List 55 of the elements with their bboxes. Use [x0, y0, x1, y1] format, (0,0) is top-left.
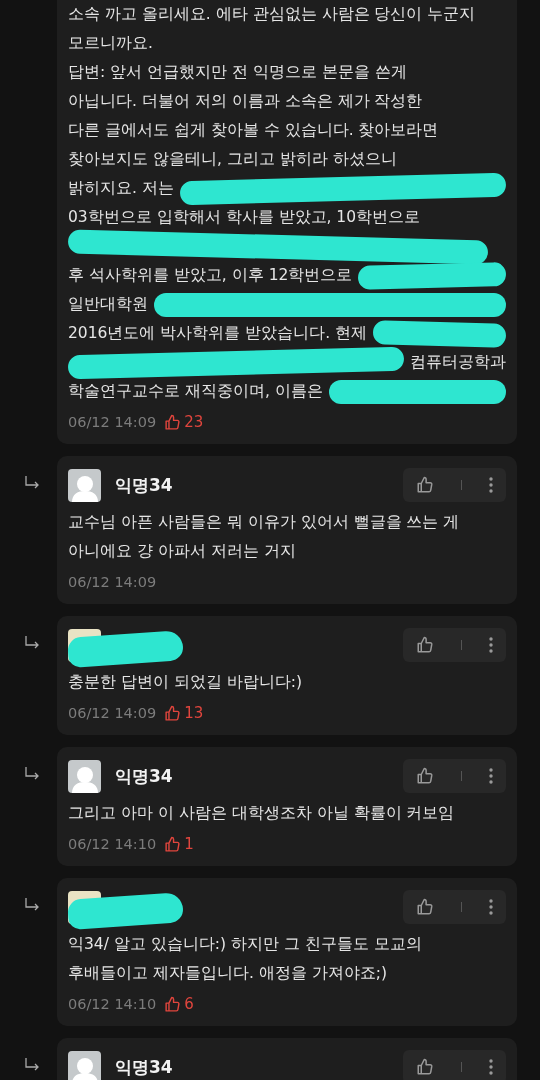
more-button[interactable]	[488, 1059, 493, 1075]
more-icon	[488, 477, 493, 493]
thumb-up-icon	[416, 476, 435, 494]
comment-text: 교수님 아픈 사람들은 뭐 이유가 있어서 뻘글을 쓰는 게	[68, 512, 460, 533]
comment-text: 후배들이고 제자들입니다. 애정을 가져야죠;)	[68, 963, 387, 984]
like-count: 1	[184, 835, 194, 853]
more-icon	[488, 899, 493, 915]
timestamp: 06/12 14:10	[68, 836, 157, 852]
comment-text: 모르니까요.	[68, 33, 153, 54]
thumb-up-icon	[416, 636, 435, 654]
author-name: 익명34	[115, 1055, 173, 1079]
comment-text: 후 석사학위를 받았고, 이후 12학번으로	[68, 265, 353, 286]
like-count: 6	[184, 995, 194, 1013]
comment-text: 다른 글에서도 쉽게 찾아볼 수 있습니다. 찾아보라면	[68, 120, 439, 141]
author-name: 익명34	[115, 473, 173, 497]
comment-text: 찾아보지도 않을테니, 그리고 밝히라 하셨으니	[68, 149, 397, 170]
thumb-up-icon	[416, 1058, 435, 1076]
comment-text: 아니에요 걍 아파서 저러는 거지	[68, 541, 296, 562]
timestamp: 06/12 14:10	[68, 996, 157, 1012]
like-button[interactable]	[416, 1058, 435, 1076]
timestamp: 06/12 14:09	[68, 574, 157, 590]
more-button[interactable]	[488, 899, 493, 915]
like-count: 13	[184, 704, 204, 722]
like-button[interactable]	[416, 898, 435, 916]
thumb-up-icon	[416, 898, 435, 916]
thumb-up-icon	[164, 835, 182, 853]
comment-text: 2016년도에 박사학위를 받았습니다. 현제	[68, 323, 368, 344]
like-button[interactable]	[416, 636, 435, 654]
thumb-up-icon	[164, 704, 182, 722]
thumb-up-icon	[416, 767, 435, 785]
comment-text: 그리고 아마 이 사람은 대학생조차 아닐 확률이 커보임	[68, 803, 455, 824]
comment-text: 답변: 앞서 언급했지만 전 익명으로 본문을 쓴게	[68, 62, 407, 83]
comment-text: 03학번으로 입학해서 학사를 받았고, 10학번으로	[68, 207, 421, 228]
comment-text: 컴퓨터공학과	[410, 352, 506, 373]
timestamp: 06/12 14:09	[68, 414, 157, 430]
comment-text: 익34/ 알고 있습니다:) 하지만 그 친구들도 모교의	[68, 934, 422, 955]
like-count: 23	[184, 413, 204, 431]
comment-text: 아닙니다. 더불어 저의 이름과 소속은 제가 작성한	[68, 91, 423, 112]
like-button[interactable]	[416, 476, 435, 494]
more-button[interactable]	[488, 477, 493, 493]
thumb-up-icon	[164, 413, 182, 431]
comment-text: 밝히지요. 저는	[68, 178, 174, 199]
comment-text: 소속 까고 올리세요. 에타 관심없는 사람은 당신이 누군지	[68, 4, 476, 25]
more-icon	[488, 1059, 493, 1075]
thumb-up-icon	[164, 995, 182, 1013]
more-button[interactable]	[488, 768, 493, 784]
comment-text: 일반대학원	[68, 294, 148, 315]
timestamp: 06/12 14:09	[68, 705, 157, 721]
like-button[interactable]	[416, 767, 435, 785]
author-name: 익명34	[115, 764, 173, 788]
more-button[interactable]	[488, 637, 493, 653]
comment-text: 학술연구교수로 재직중이며, 이름은	[68, 381, 323, 402]
comment-text: 충분한 답변이 되었길 바랍니다:)	[68, 672, 303, 693]
more-icon	[488, 768, 493, 784]
more-icon	[488, 637, 493, 653]
